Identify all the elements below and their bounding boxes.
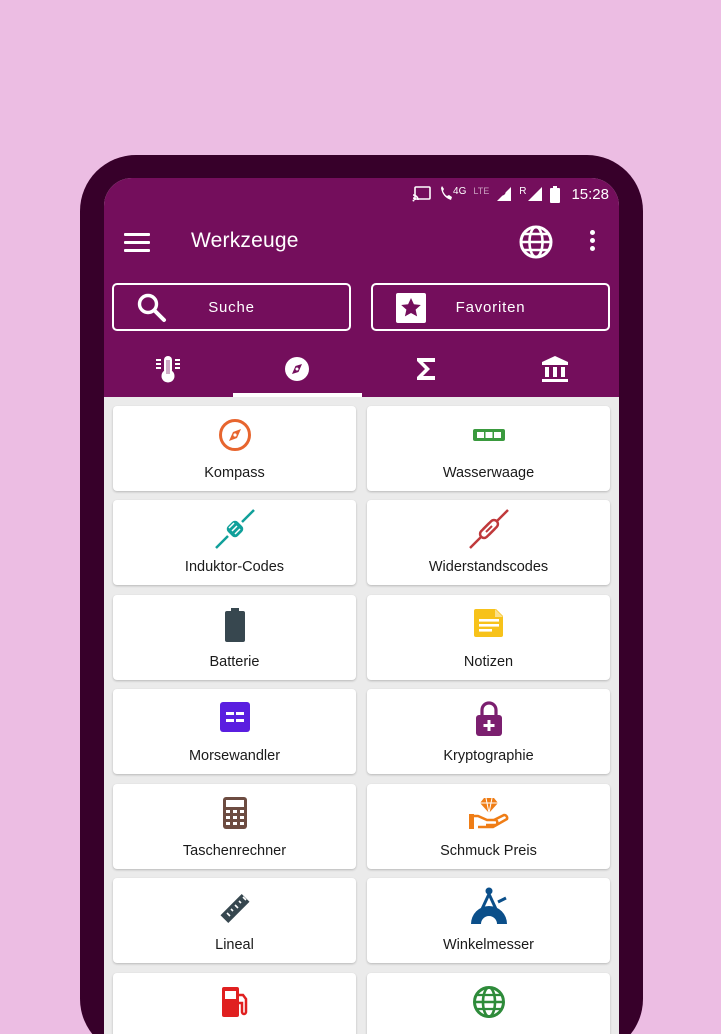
note-icon — [473, 609, 503, 637]
status-time: 15:28 — [571, 185, 609, 203]
favorites-button[interactable]: Favoriten — [371, 283, 610, 331]
tab-math[interactable] — [362, 350, 491, 397]
tool-card-globe[interactable] — [367, 973, 610, 1034]
tool-label: Induktor-Codes — [184, 559, 285, 575]
tool-label: Kryptographie — [443, 748, 534, 764]
tab-units[interactable] — [104, 350, 233, 397]
tool-card-morse[interactable]: Morsewandler — [113, 689, 356, 774]
cast-icon — [412, 186, 431, 202]
wifi-call-icon — [441, 186, 453, 200]
tool-label: Widerstandscodes — [428, 559, 549, 575]
signal-roaming-icon — [528, 187, 543, 201]
protractor-icon — [470, 887, 507, 924]
tool-label: Kompass — [204, 465, 265, 481]
sigma-icon — [416, 358, 435, 380]
action-buttons: Suche Favoriten — [112, 283, 611, 331]
jewelry-icon — [468, 797, 508, 829]
tool-label: Taschenrechner — [182, 843, 287, 859]
morse-icon — [219, 702, 250, 732]
more-dot — [589, 238, 595, 243]
network-label: 4G — [453, 185, 467, 197]
tool-card-calculator[interactable]: Taschenrechner — [113, 784, 356, 869]
more-options-button[interactable] — [582, 230, 602, 256]
calculator-icon — [222, 797, 247, 829]
app-bar: 4G LTE R 15:28 Werkzeuge Suche Favoriten — [104, 178, 619, 397]
menu-icon-bar — [124, 241, 150, 244]
tool-label: Notizen — [463, 654, 514, 670]
compass-icon — [285, 357, 310, 381]
search-button[interactable]: Suche — [112, 283, 351, 331]
inductor-icon — [214, 509, 255, 549]
tool-label: Schmuck Preis — [440, 843, 537, 859]
tab-tools[interactable] — [232, 350, 362, 397]
menu-button[interactable] — [124, 230, 150, 254]
tool-card-battery[interactable]: Batterie — [113, 595, 356, 680]
menu-icon-bar — [124, 249, 150, 252]
globe-icon — [519, 225, 553, 259]
battery-status-icon — [550, 185, 561, 203]
compass-icon — [218, 419, 251, 451]
tool-card-ruler[interactable]: Lineal — [113, 878, 356, 963]
tool-card-level[interactable]: Wasserwaage — [367, 406, 610, 491]
app-screen: 4G LTE R 15:28 Werkzeuge Suche Favoriten… — [104, 178, 619, 1034]
search-label: Suche — [208, 298, 255, 316]
tool-card-jewelry[interactable]: Schmuck Preis — [367, 784, 610, 869]
signal-icon — [497, 187, 512, 201]
tool-card-compass[interactable]: Kompass — [113, 406, 356, 491]
language-button[interactable] — [518, 224, 554, 260]
more-dot — [589, 246, 595, 251]
bank-icon — [541, 356, 568, 382]
tool-label: Morsewandler — [188, 748, 281, 764]
tool-card-crypto[interactable]: Kryptographie — [367, 689, 610, 774]
page-title: Werkzeuge — [191, 229, 299, 252]
menu-icon-bar — [124, 233, 150, 236]
tool-card-resistor[interactable]: Widerstandscodes — [367, 500, 610, 585]
thermometer-icon — [156, 356, 181, 383]
category-tabs — [104, 350, 619, 397]
resistor-icon — [468, 509, 509, 549]
tool-card-inductor[interactable]: Induktor-Codes — [113, 500, 356, 585]
tool-label: Wasserwaage — [442, 465, 535, 481]
fuel-icon — [221, 987, 247, 1017]
lock-icon — [475, 701, 502, 736]
tab-finance[interactable] — [490, 350, 619, 397]
tool-card-protractor[interactable]: Winkelmesser — [367, 878, 610, 963]
lte-label: LTE — [473, 186, 490, 196]
level-icon — [472, 429, 505, 441]
favorites-label: Favoriten — [455, 298, 526, 316]
tool-label: Batterie — [209, 654, 260, 670]
status-bar: 4G LTE R 15:28 — [412, 184, 609, 204]
more-dot — [589, 230, 595, 235]
tool-label: Winkelmesser — [442, 937, 535, 953]
tool-label: Lineal — [215, 937, 254, 953]
globe-icon — [472, 986, 505, 1018]
ruler-icon — [220, 894, 249, 923]
battery-icon — [224, 608, 245, 642]
toolbar: Werkzeuge — [104, 222, 619, 262]
tool-card-fuel[interactable] — [113, 973, 356, 1034]
roaming-label: R — [519, 185, 527, 197]
tool-card-notes[interactable]: Notizen — [367, 595, 610, 680]
